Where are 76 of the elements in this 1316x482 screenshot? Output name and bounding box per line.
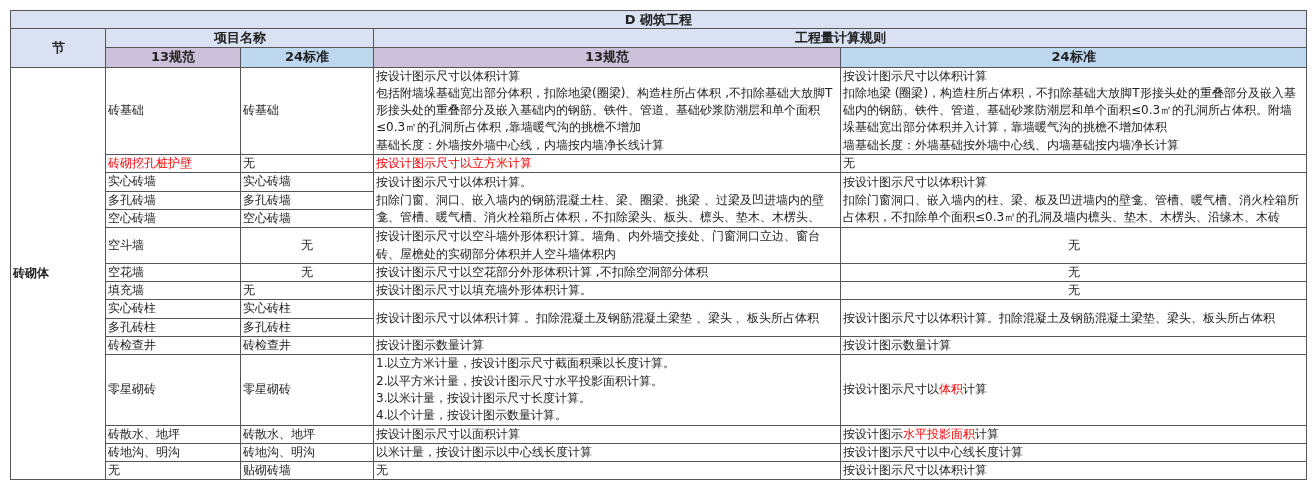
item-name: 无 bbox=[300, 236, 314, 254]
rule-text: 按设计图示尺寸以体积计算 。扣除混凝土及钢筋混凝土梁垫 、梁头 、板头所占体积 bbox=[376, 309, 821, 327]
rule-text: 1.以立方米计量，按设计图示尺寸截面积乘以长度计算。 bbox=[376, 355, 677, 373]
column-header: 13规范 bbox=[150, 49, 196, 65]
item-name: 无 bbox=[243, 282, 256, 299]
table-title: D 砌筑工程 bbox=[624, 12, 693, 27]
item-name: 填充墙 bbox=[108, 282, 145, 299]
rule-text: 按设计图示数量计算 bbox=[376, 337, 485, 354]
item-name: 多孔砖柱 bbox=[243, 319, 292, 336]
item-name: 无 bbox=[300, 264, 314, 281]
rule-text: 2.以平方米计量，按设计图示尺寸水平投影面积计算。 bbox=[376, 372, 665, 390]
rule-text: 按设计图示尺寸以体积计算 bbox=[376, 68, 521, 85]
item-name: 砖基础 bbox=[243, 102, 280, 120]
item-name: 实心砖柱 bbox=[108, 300, 157, 318]
rule-text: 按设计图示尺寸以体积计算 bbox=[843, 462, 988, 479]
column-header: 13规范 bbox=[584, 49, 630, 65]
rule-text: 按设计图示尺寸以体积计算。扣除混凝土及钢筋混凝土梁垫、梁头、板头所占体积 bbox=[843, 309, 1276, 327]
rule-text: 基础长度：外墙按外墙中心线，内墙按内墙净长线计算 bbox=[376, 136, 665, 154]
item-name: 贴砌砖墙 bbox=[243, 462, 292, 479]
item-name: 砖基础 bbox=[108, 102, 145, 120]
item-name: 多孔砖墙 bbox=[243, 192, 292, 209]
rule-text: 墙基础长度：外墙基础按外墙中心线、内墙基础按内墙净长计算 bbox=[843, 136, 1180, 154]
rule-text: 无 bbox=[1066, 264, 1081, 281]
rule-text: 4.以个计量，按设计图示数量计算。 bbox=[376, 407, 569, 425]
item-name: 实心砖墙 bbox=[243, 173, 292, 191]
rule-text: 无 bbox=[1066, 282, 1081, 299]
rule-text: 3.以米计量，按设计图示尺寸长度计算。 bbox=[376, 389, 593, 407]
rule-text: 无 bbox=[376, 462, 389, 479]
rule-text-part: 体积 bbox=[939, 382, 963, 397]
rule-text: 按设计图示尺寸以中心线长度计算 bbox=[843, 444, 1024, 461]
rule-text-part: 计算 bbox=[963, 382, 987, 397]
rule-text: 按设计图示尺寸以空斗墙外形体积计算。墙角、内外墙交接处、门窗洞口立边、窗台砖、屋檐处的实砌部分体积并人空斗墙体积内 bbox=[376, 228, 821, 263]
rule-text: 按设计图示尺寸以填充墙外形体积计算。 bbox=[376, 282, 593, 299]
rule-text: 按设计图示尺寸以空花部分外形体积计算 ,不扣除空洞部分体积 bbox=[376, 264, 709, 281]
rule-text: 按设计图示尺寸以面积计算 bbox=[376, 426, 521, 443]
rule-text-part: 计算 bbox=[975, 426, 999, 441]
item-name: 零星砌砖 bbox=[108, 381, 157, 399]
rule-text: 以米计量，按设计图示以中心线长度计算 bbox=[376, 444, 593, 461]
item-name: 零星砌砖 bbox=[243, 381, 292, 399]
column-header: 24标准 bbox=[284, 49, 330, 65]
rule-text: 按设计图示尺寸以立方米计算 bbox=[376, 155, 533, 172]
item-name: 空花墙 bbox=[108, 264, 145, 281]
item-name: 砖散水、地坪 bbox=[243, 426, 316, 443]
column-header: 节 bbox=[51, 40, 65, 56]
rule-text-part: 按设计图示尺寸以 bbox=[843, 382, 939, 397]
rule-text: 扣除门窗、洞口、嵌入墙内的钢筋混凝土柱、梁、圈梁、挑梁 、过梁及凹进墙内的壁龛、管槽、暖气槽、消火栓箱所占体积，不扣除梁头、板头、檩头、垫木、木楞头、 bbox=[376, 191, 825, 226]
item-name: 砖检查井 bbox=[108, 337, 157, 354]
rule-text: 扣除门窗洞口、嵌入墙内的柱、梁、板及凹进墙内的壁龛、管槽、暖气槽、消火栓箱所占体积，不扣除单个面积≤0.3㎡的孔洞及墙内檩头、垫木、木楞头、沿缘木、木砖 bbox=[843, 191, 1300, 226]
item-name: 砖散水、地坪 bbox=[108, 426, 181, 443]
column-header: 24标准 bbox=[1051, 49, 1096, 65]
item-name: 实心砖墙 bbox=[108, 173, 157, 191]
item-name: 无 bbox=[243, 155, 256, 172]
item-name: 无 bbox=[108, 462, 121, 479]
rule-text: 按设计图示尺寸以体积计算 bbox=[843, 174, 988, 192]
rule-text: 无 bbox=[843, 155, 856, 172]
item-name: 空心砖墙 bbox=[108, 210, 157, 227]
item-name: 砖砌挖孔桩护壁 bbox=[108, 155, 193, 172]
item-name: 多孔砖柱 bbox=[108, 319, 157, 336]
rule-text: 按设计图示尺寸以体积计算。 bbox=[376, 174, 533, 192]
item-name: 空心砖墙 bbox=[243, 210, 292, 227]
rule-text: 按设计图示尺寸以体积计算 bbox=[843, 68, 988, 85]
item-name: 砖地沟、明沟 bbox=[108, 444, 181, 461]
rule-text-part: 水平投影面积 bbox=[903, 426, 975, 441]
rule-text: 包括附墙垛基础宽出部分体积，扣除地梁(圈梁)、构造柱所占体积 ,不扣除基础大放脚T形接头处的重叠部分及嵌入基础内的钢筋、铁件、管道、基础砂浆防潮层和单个面积≤0.3㎡的孔洞所占体积 ,靠墙暖气沟的挑檐不增加 bbox=[376, 84, 834, 137]
item-name: 空斗墙 bbox=[108, 236, 145, 254]
item-name: 砖检查井 bbox=[243, 337, 292, 354]
item-name: 多孔砖墙 bbox=[108, 192, 157, 209]
rule-text-part: 按设计图示 bbox=[843, 426, 903, 441]
rule-text: 扣除地梁 (圈梁)，构造柱所占体积，不扣除基础大放脚T形接头处的重叠部分及嵌入基础内的钢筋、铁件、管道、基础砂浆防潮层和单个面积≤0.3㎡的孔洞所占体积。附墙垛基础宽出部分体积并入计算，靠墙暖气沟的挑檐不增加体积 bbox=[843, 84, 1297, 137]
rule-text: 按设计图示数量计算 bbox=[843, 337, 952, 354]
item-name: 砖地沟、明沟 bbox=[243, 444, 316, 461]
section-name: 砖砌体 bbox=[13, 265, 49, 280]
rule-text: 无 bbox=[1066, 236, 1081, 254]
column-header: 工程量计算规则 bbox=[794, 30, 886, 46]
item-name: 实心砖柱 bbox=[243, 300, 292, 318]
column-header: 项目名称 bbox=[213, 30, 266, 46]
